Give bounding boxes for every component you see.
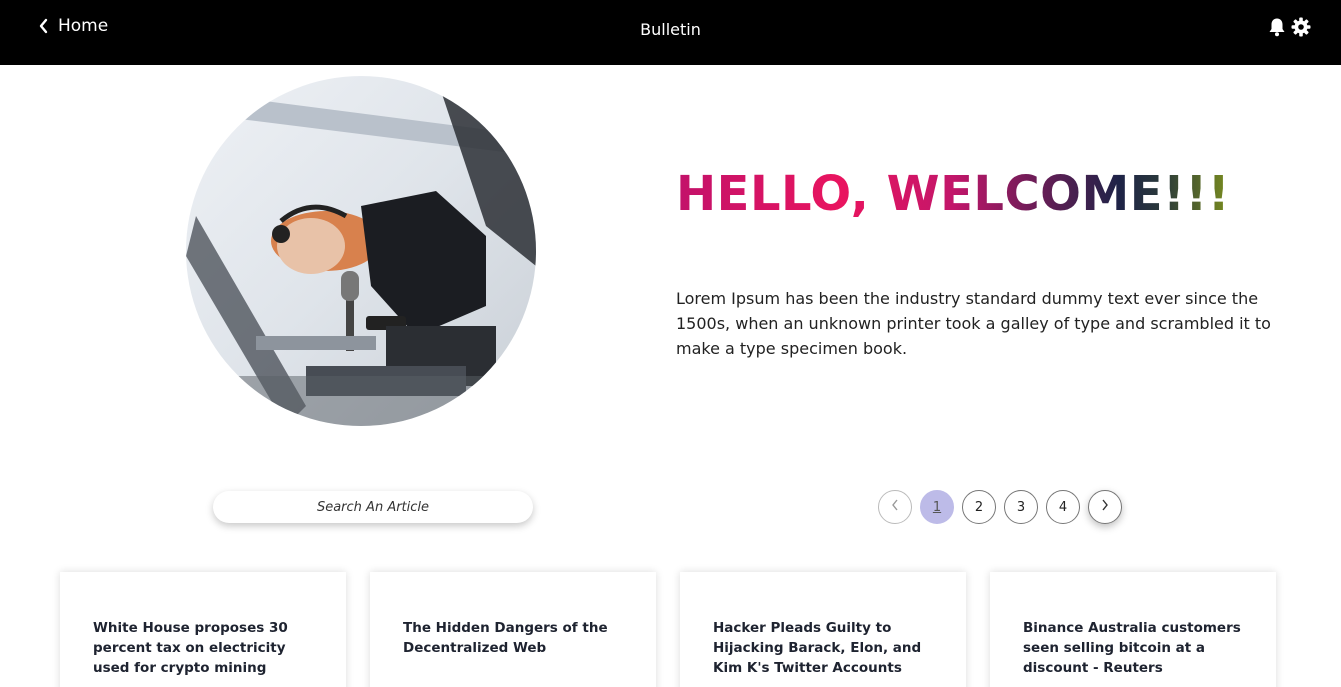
pagination: 1 2 3 4 <box>878 490 1122 524</box>
hero-image <box>186 76 536 426</box>
intro-text: Lorem Ipsum has been the industry standa… <box>676 289 1271 358</box>
chevron-left-icon <box>890 498 900 516</box>
page-2-button[interactable]: 2 <box>962 490 996 524</box>
article-title: The Hidden Dangers of the Decentralized … <box>403 620 608 656</box>
gear-icon[interactable] <box>1291 16 1311 38</box>
welcome-heading: HELLO, WELCOME!!! <box>676 166 1231 222</box>
article-card[interactable]: White House proposes 30 percent tax on e… <box>60 572 346 687</box>
page-title: Bulletin <box>640 20 701 39</box>
page-3-button[interactable]: 3 <box>1004 490 1038 524</box>
bell-icon[interactable] <box>1267 16 1287 38</box>
article-title: Binance Australia customers seen selling… <box>1023 620 1241 676</box>
page-4-button[interactable]: 4 <box>1046 490 1080 524</box>
article-card[interactable]: Hacker Pleads Guilty to Hijacking Barack… <box>680 572 966 687</box>
article-card[interactable]: The Hidden Dangers of the Decentralized … <box>370 572 656 687</box>
next-page-button[interactable] <box>1088 490 1122 524</box>
article-title: Hacker Pleads Guilty to Hijacking Barack… <box>713 620 922 676</box>
article-list: White House proposes 30 percent tax on e… <box>60 572 1276 687</box>
article-title: White House proposes 30 percent tax on e… <box>93 620 288 676</box>
top-bar: Home Bulletin <box>0 0 1341 65</box>
chevron-right-icon <box>1100 498 1110 516</box>
prev-page-button[interactable] <box>878 490 912 524</box>
search-input[interactable] <box>213 491 533 523</box>
article-card[interactable]: Binance Australia customers seen selling… <box>990 572 1276 687</box>
page-1-button[interactable]: 1 <box>920 490 954 524</box>
